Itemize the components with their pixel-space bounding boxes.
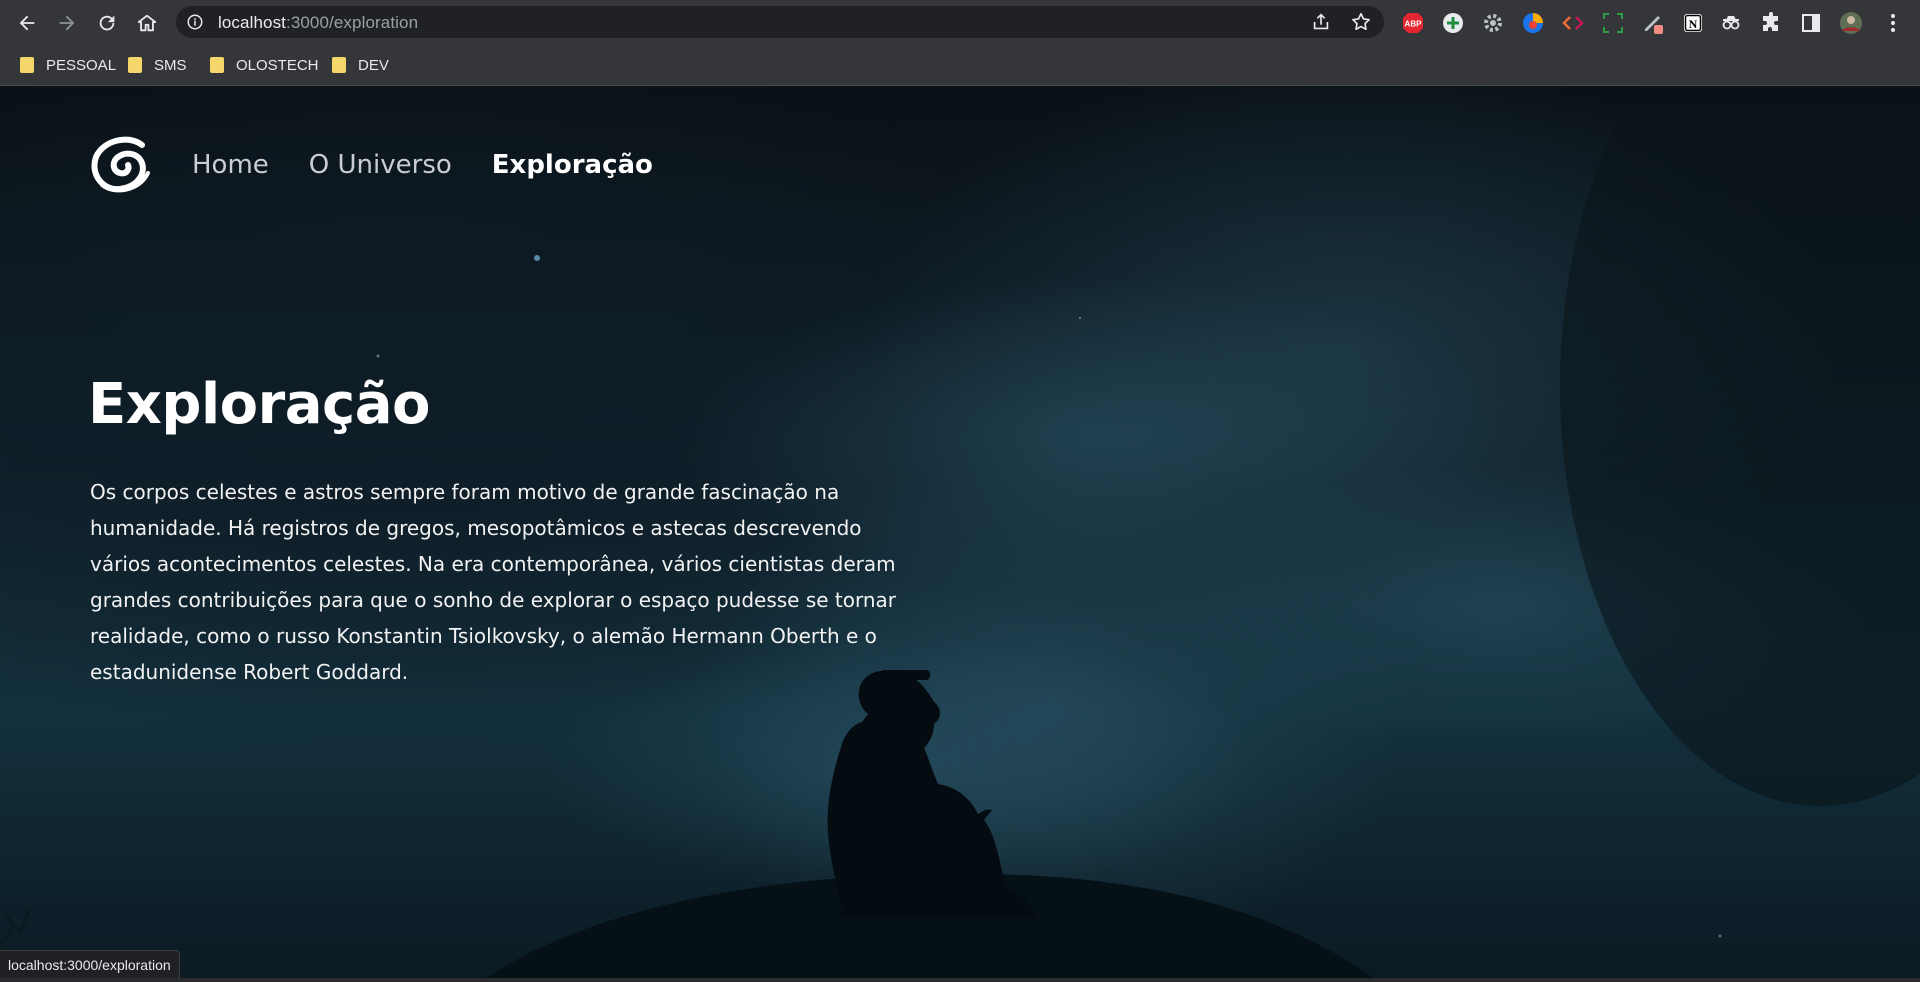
home-icon [137,14,157,32]
folder-icon [210,57,224,73]
star [376,354,380,358]
settings-extension-icon[interactable] [1480,10,1506,36]
nav-link-exploracao[interactable]: Exploração [492,150,653,180]
page-viewport: Home O Universo Exploração Exploração Os… [0,86,1920,982]
bookmark-folder-olostech[interactable]: OLOSTECH [210,53,319,77]
paragraph-line: Os corpos celestes e astros sempre foram… [90,480,840,504]
incognito-extension-icon[interactable] [1718,10,1744,36]
paragraph-line: vários acontecimentos celestes. Na era c… [90,552,896,576]
intro-paragraph: Os corpos celestes e astros sempre foram… [90,474,910,690]
paragraph-line: grandes contribuições para que o sonho d… [90,588,897,612]
share-icon[interactable] [1310,11,1332,33]
bookmark-label: OLOSTECH [236,56,319,74]
code-extension-icon[interactable] [1560,10,1586,36]
nav-link-universo[interactable]: O Universo [309,150,452,180]
bookmark-folder-pessoal[interactable]: PESSOAL [20,53,116,77]
pen-extension-icon[interactable] [1640,10,1666,36]
star [534,255,540,261]
paragraph-line: realidade, como o russo Konstantin Tsiol… [90,624,877,648]
notion-icon[interactable]: N [1680,10,1706,36]
page-title: Exploração [88,372,431,437]
browser-toolbar: localhost:3000/exploration ABP N [0,0,1920,45]
url-path: :3000/exploration [286,13,419,32]
folder-icon [20,57,34,73]
bookmark-folder-dev[interactable]: DEV [332,53,389,77]
star [1718,934,1722,938]
color-extension-icon[interactable] [1520,10,1546,36]
back-arrow-icon [19,15,35,31]
plus-extension-icon[interactable] [1440,10,1466,36]
adblock-icon[interactable]: ABP [1400,10,1426,36]
bookmark-star-icon[interactable] [1350,11,1372,33]
profile-avatar[interactable] [1838,10,1864,36]
bookmark-folder-sms[interactable]: SMS [128,53,187,77]
address-bar[interactable]: localhost:3000/exploration [176,6,1384,38]
reload-button[interactable] [92,8,122,38]
reload-icon [99,15,115,31]
paragraph-line: humanidade. Há registros de gregos, meso… [90,516,862,540]
forward-arrow-icon [59,15,75,31]
site-info-icon[interactable] [186,13,204,31]
screenshot-extension-icon[interactable] [1600,10,1626,36]
side-panel-icon[interactable] [1798,10,1824,36]
site-navigation: Home O Universo Exploração [90,134,693,196]
adblock-label: ABP [1405,20,1423,29]
home-button[interactable] [132,8,162,38]
forward-button[interactable] [52,8,82,38]
bookmarks-bar: PESSOAL SMS OLOSTECH DEV [0,45,1920,86]
nav-link-home[interactable]: Home [192,150,269,180]
url-text[interactable]: localhost:3000/exploration [218,13,418,33]
link-status-bubble: localhost:3000/exploration [0,950,180,980]
puzzle-icon[interactable] [1758,10,1784,36]
star [1078,316,1082,320]
window-bottom-border [0,978,1920,982]
notion-label: N [1689,17,1698,31]
bookmark-label: DEV [358,56,389,74]
folder-icon [332,57,346,73]
menu-icon[interactable] [1880,10,1906,36]
site-logo-icon[interactable] [90,135,154,195]
bookmark-label: SMS [154,56,187,74]
folder-icon [128,57,142,73]
back-button[interactable] [12,8,42,38]
paragraph-line: estadunidense Robert Goddard. [90,660,409,684]
bookmark-label: PESSOAL [46,56,117,74]
branch-silhouette [0,907,32,947]
url-host: localhost [218,13,286,32]
